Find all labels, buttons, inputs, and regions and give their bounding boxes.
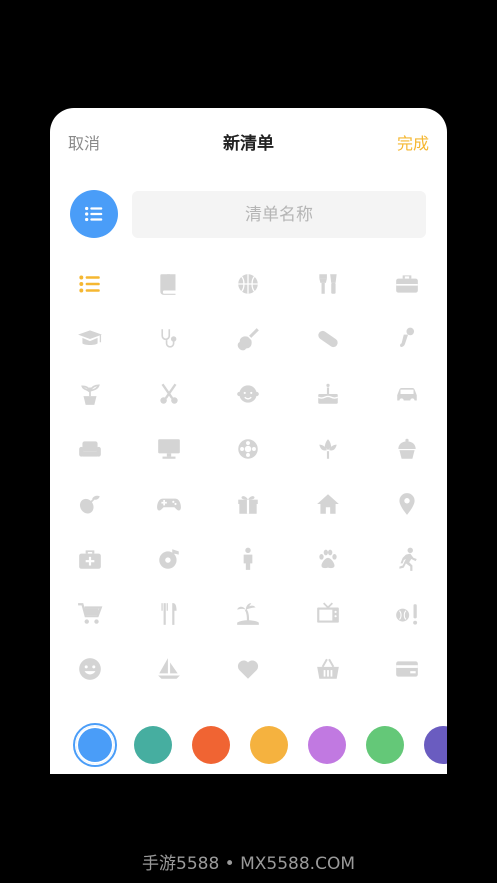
sofa-icon[interactable] (50, 421, 129, 476)
guitar-icon[interactable] (209, 311, 288, 366)
color-swatch[interactable] (366, 726, 404, 764)
icon-row (50, 366, 447, 421)
flower-icon[interactable] (288, 421, 367, 476)
icon-row (50, 256, 447, 311)
color-swatch[interactable] (134, 726, 172, 764)
nav-bar: 取消 新清单 完成 (50, 108, 447, 172)
color-swatch[interactable] (424, 726, 447, 764)
basketball-icon[interactable] (209, 256, 288, 311)
icon-grid (50, 256, 447, 696)
cupcake-icon[interactable] (368, 421, 447, 476)
baseball-alert-icon[interactable] (368, 586, 447, 641)
watermark: 手游5588 • MX5588.COM (142, 854, 355, 874)
running-icon[interactable] (368, 531, 447, 586)
credit-card-icon[interactable] (368, 641, 447, 696)
location-pin-icon[interactable] (368, 476, 447, 531)
color-swatch[interactable] (308, 726, 346, 764)
done-button[interactable]: 完成 (397, 130, 429, 154)
color-swatch[interactable] (250, 726, 288, 764)
color-swatch[interactable] (73, 723, 117, 767)
icon-row (50, 531, 447, 586)
color-swatch[interactable] (192, 726, 230, 764)
birthday-cake-icon[interactable] (288, 366, 367, 421)
list-icon[interactable] (50, 256, 129, 311)
food-drink-icon[interactable] (288, 256, 367, 311)
microphone-icon[interactable] (368, 311, 447, 366)
selected-ring (73, 723, 117, 767)
palm-island-icon[interactable] (209, 586, 288, 641)
stethoscope-icon[interactable] (129, 311, 208, 366)
first-aid-kit-icon[interactable] (50, 531, 129, 586)
pill-icon[interactable] (288, 311, 367, 366)
car-icon[interactable] (368, 366, 447, 421)
paw-icon[interactable] (288, 531, 367, 586)
gamepad-icon[interactable] (129, 476, 208, 531)
icon-row (50, 311, 447, 366)
film-reel-icon[interactable] (209, 421, 288, 476)
music-disc-icon[interactable] (129, 531, 208, 586)
graduation-cap-icon[interactable] (50, 311, 129, 366)
basket-icon[interactable] (288, 641, 367, 696)
icon-row (50, 641, 447, 696)
smiley-icon[interactable] (50, 641, 129, 696)
plant-icon[interactable] (50, 366, 129, 421)
list-name-input[interactable] (132, 191, 426, 238)
icon-row (50, 586, 447, 641)
shopping-cart-icon[interactable] (50, 586, 129, 641)
icon-row (50, 421, 447, 476)
utensils-icon[interactable] (129, 586, 208, 641)
page-title: 新清单 (223, 134, 274, 154)
briefcase-icon[interactable] (368, 256, 447, 311)
list-icon-badge[interactable] (70, 190, 118, 238)
scissors-icon[interactable] (129, 366, 208, 421)
color-swatches (50, 723, 447, 767)
book-icon[interactable] (129, 256, 208, 311)
person-icon[interactable] (209, 531, 288, 586)
heart-icon[interactable] (209, 641, 288, 696)
baby-icon[interactable] (209, 366, 288, 421)
vegetables-icon[interactable] (50, 476, 129, 531)
sailboat-icon[interactable] (129, 641, 208, 696)
monitor-icon[interactable] (129, 421, 208, 476)
tv-icon[interactable] (288, 586, 367, 641)
icon-row (50, 476, 447, 531)
list-icon (85, 206, 103, 222)
gift-icon[interactable] (209, 476, 288, 531)
home-icon[interactable] (288, 476, 367, 531)
new-list-dialog: 取消 新清单 完成 (50, 108, 447, 774)
